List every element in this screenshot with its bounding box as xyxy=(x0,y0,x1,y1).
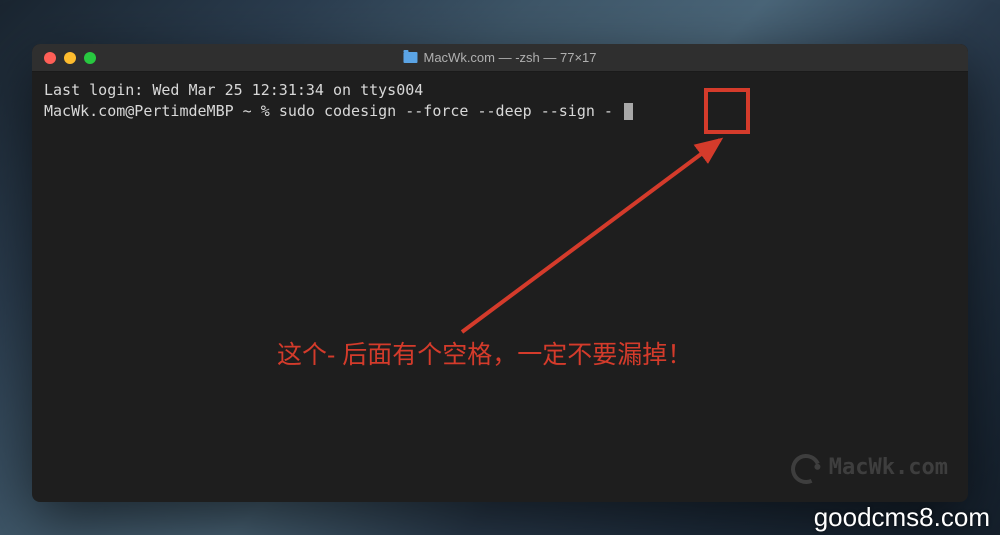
maximize-icon[interactable] xyxy=(84,52,96,64)
annotation-text: 这个- 后面有个空格，一定不要漏掉！ xyxy=(277,338,692,373)
traffic-lights xyxy=(32,52,96,64)
cursor xyxy=(624,103,633,120)
prompt-line: MacWk.com@PertimdeMBP ~ % sudo codesign … xyxy=(44,101,956,122)
window-title-text: MacWk.com — -zsh — 77×17 xyxy=(423,50,596,65)
terminal-window: MacWk.com — -zsh — 77×17 Last login: Wed… xyxy=(32,44,968,502)
window-title: MacWk.com — -zsh — 77×17 xyxy=(403,50,596,65)
close-icon[interactable] xyxy=(44,52,56,64)
terminal-body[interactable]: Last login: Wed Mar 25 12:31:34 on ttys0… xyxy=(32,72,968,502)
titlebar: MacWk.com — -zsh — 77×17 xyxy=(32,44,968,72)
typed-command: sudo codesign --force --deep --sign - xyxy=(279,102,622,120)
minimize-icon[interactable] xyxy=(64,52,76,64)
shell-prompt: MacWk.com@PertimdeMBP ~ % xyxy=(44,102,279,120)
annotation-arrow xyxy=(432,122,752,352)
watermark-brand: MacWk.com xyxy=(829,453,948,484)
last-login-line: Last login: Wed Mar 25 12:31:34 on ttys0… xyxy=(44,80,956,101)
footer-watermark: goodcms8.com xyxy=(814,502,990,533)
watermark-logo: MacWk.com xyxy=(791,453,948,484)
folder-icon xyxy=(403,52,417,63)
watermark-c-icon xyxy=(787,449,825,487)
